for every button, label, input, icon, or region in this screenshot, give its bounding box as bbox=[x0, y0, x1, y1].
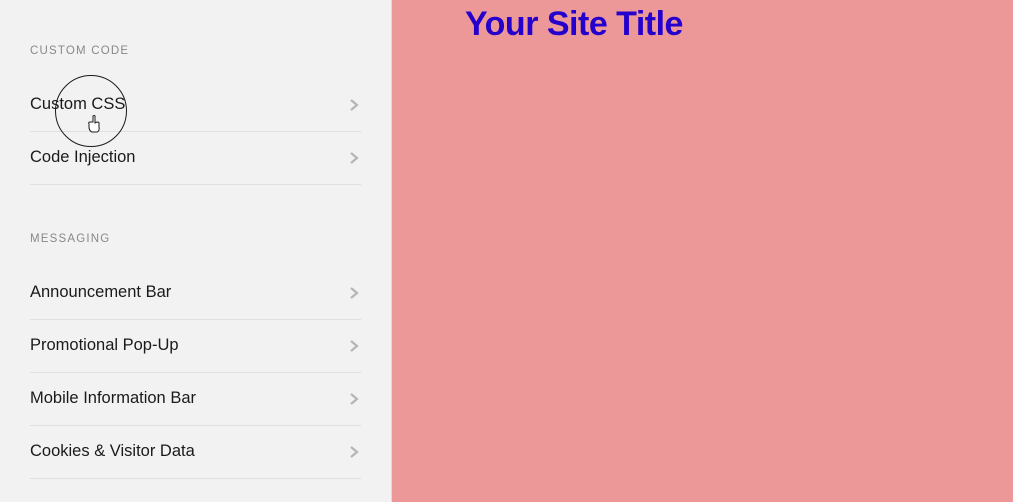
chevron-right-icon bbox=[347, 339, 361, 353]
menu-item-label: Code Injection bbox=[30, 148, 136, 167]
menu-item-cookies-visitor-data[interactable]: Cookies & Visitor Data bbox=[30, 426, 361, 479]
chevron-right-icon bbox=[347, 286, 361, 300]
settings-sidebar: CUSTOM CODE Custom CSS Code Injection ME… bbox=[0, 0, 392, 502]
sidebar-content: CUSTOM CODE Custom CSS Code Injection ME… bbox=[0, 0, 391, 479]
menu-item-label: Cookies & Visitor Data bbox=[30, 442, 195, 461]
menu-item-label: Announcement Bar bbox=[30, 283, 171, 302]
menu-item-label: Mobile Information Bar bbox=[30, 389, 196, 408]
menu-item-mobile-information-bar[interactable]: Mobile Information Bar bbox=[30, 373, 361, 426]
menu-item-promotional-popup[interactable]: Promotional Pop-Up bbox=[30, 320, 361, 373]
chevron-right-icon bbox=[347, 445, 361, 459]
chevron-right-icon bbox=[347, 392, 361, 406]
menu-item-label: Custom CSS bbox=[30, 95, 125, 114]
menu-item-custom-css[interactable]: Custom CSS bbox=[30, 79, 361, 132]
section-header-messaging: MESSAGING bbox=[30, 233, 361, 245]
menu-item-label: Promotional Pop-Up bbox=[30, 336, 179, 355]
section-header-custom-code: CUSTOM CODE bbox=[30, 45, 361, 57]
chevron-right-icon bbox=[347, 98, 361, 112]
menu-item-announcement-bar[interactable]: Announcement Bar bbox=[30, 267, 361, 320]
site-title[interactable]: Your Site Title bbox=[465, 5, 683, 44]
chevron-right-icon bbox=[347, 151, 361, 165]
menu-item-code-injection[interactable]: Code Injection bbox=[30, 132, 361, 185]
site-preview-panel: Your Site Title bbox=[392, 0, 1013, 502]
